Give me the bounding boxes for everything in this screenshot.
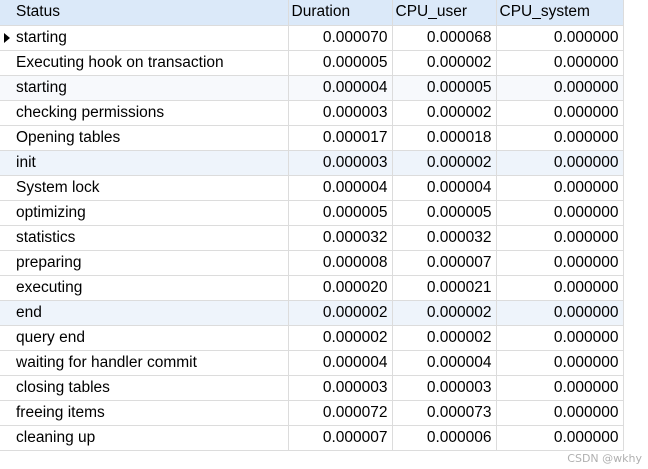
column-header-cpu-user[interactable]: CPU_user <box>392 0 497 26</box>
status-cell[interactable]: optimizing <box>0 200 289 226</box>
table-row[interactable]: checking permissions 0.000003 0.000002 0… <box>0 100 624 126</box>
duration-cell[interactable]: 0.000008 <box>288 250 393 276</box>
cpu-user-cell[interactable]: 0.000002 <box>392 150 497 176</box>
cpu-user-cell[interactable]: 0.000004 <box>392 350 497 376</box>
duration-cell[interactable]: 0.000007 <box>288 425 393 451</box>
duration-cell[interactable]: 0.000002 <box>288 325 393 351</box>
duration-cell[interactable]: 0.000004 <box>288 75 393 101</box>
cpu-user-cell[interactable]: 0.000002 <box>392 50 497 76</box>
profile-result-grid[interactable]: Status Duration CPU_user CPU_system star… <box>0 0 624 451</box>
cpu-user-cell[interactable]: 0.000073 <box>392 400 497 426</box>
status-cell[interactable]: freeing items <box>0 400 289 426</box>
table-row[interactable]: statistics 0.000032 0.000032 0.000000 <box>0 225 624 251</box>
column-header-cpu-system[interactable]: CPU_system <box>496 0 624 26</box>
cpu-user-cell[interactable]: 0.000006 <box>392 425 497 451</box>
cpu-user-cell[interactable]: 0.000005 <box>392 75 497 101</box>
cpu-system-cell[interactable]: 0.000000 <box>496 250 624 276</box>
status-cell[interactable]: statistics <box>0 225 289 251</box>
column-header-duration[interactable]: Duration <box>288 0 393 26</box>
cpu-system-cell[interactable]: 0.000000 <box>496 150 624 176</box>
cpu-system-cell[interactable]: 0.000000 <box>496 25 624 51</box>
duration-cell[interactable]: 0.000017 <box>288 125 393 151</box>
cpu-system-cell[interactable]: 0.000000 <box>496 175 624 201</box>
cpu-system-cell[interactable]: 0.000000 <box>496 275 624 301</box>
cpu-system-cell[interactable]: 0.000000 <box>496 425 624 451</box>
duration-cell[interactable]: 0.000005 <box>288 200 393 226</box>
cpu-user-cell[interactable]: 0.000002 <box>392 100 497 126</box>
status-cell[interactable]: executing <box>0 275 289 301</box>
header-row: Status Duration CPU_user CPU_system <box>0 0 624 26</box>
cpu-system-cell[interactable]: 0.000000 <box>496 325 624 351</box>
table-row[interactable]: optimizing 0.000005 0.000005 0.000000 <box>0 200 624 226</box>
status-cell[interactable]: System lock <box>0 175 289 201</box>
status-cell[interactable]: waiting for handler commit <box>0 350 289 376</box>
table-row[interactable]: Executing hook on transaction 0.000005 0… <box>0 50 624 76</box>
status-cell[interactable]: init <box>0 150 289 176</box>
table-row[interactable]: preparing 0.000008 0.000007 0.000000 <box>0 250 624 276</box>
status-cell[interactable]: Executing hook on transaction <box>0 50 289 76</box>
status-cell[interactable]: checking permissions <box>0 100 289 126</box>
cpu-user-cell[interactable]: 0.000068 <box>392 25 497 51</box>
table-row[interactable]: end 0.000002 0.000002 0.000000 <box>0 300 624 326</box>
cpu-system-cell[interactable]: 0.000000 <box>496 225 624 251</box>
column-header-status[interactable]: Status <box>0 0 289 26</box>
cpu-system-cell[interactable]: 0.000000 <box>496 375 624 401</box>
table-row[interactable]: init 0.000003 0.000002 0.000000 <box>0 150 624 176</box>
duration-cell[interactable]: 0.000002 <box>288 300 393 326</box>
status-cell[interactable]: starting <box>0 75 289 101</box>
status-cell[interactable]: preparing <box>0 250 289 276</box>
cpu-system-cell[interactable]: 0.000000 <box>496 300 624 326</box>
status-cell[interactable]: starting <box>0 25 289 51</box>
table-row[interactable]: executing 0.000020 0.000021 0.000000 <box>0 275 624 301</box>
duration-cell[interactable]: 0.000004 <box>288 350 393 376</box>
cpu-system-cell[interactable]: 0.000000 <box>496 100 624 126</box>
cpu-user-cell[interactable]: 0.000018 <box>392 125 497 151</box>
cpu-system-cell[interactable]: 0.000000 <box>496 400 624 426</box>
duration-cell[interactable]: 0.000020 <box>288 275 393 301</box>
duration-cell[interactable]: 0.000072 <box>288 400 393 426</box>
table-row[interactable]: Opening tables 0.000017 0.000018 0.00000… <box>0 125 624 151</box>
status-text: starting <box>16 28 67 46</box>
status-cell[interactable]: query end <box>0 325 289 351</box>
duration-cell[interactable]: 0.000004 <box>288 175 393 201</box>
cpu-user-cell[interactable]: 0.000003 <box>392 375 497 401</box>
cpu-system-cell[interactable]: 0.000000 <box>496 350 624 376</box>
status-cell[interactable]: closing tables <box>0 375 289 401</box>
current-row-pointer-icon <box>4 32 10 43</box>
cpu-user-cell[interactable]: 0.000032 <box>392 225 497 251</box>
duration-cell[interactable]: 0.000003 <box>288 100 393 126</box>
duration-cell[interactable]: 0.000070 <box>288 25 393 51</box>
table-row[interactable]: waiting for handler commit 0.000004 0.00… <box>0 350 624 376</box>
table-row[interactable]: starting 0.000070 0.000068 0.000000 <box>0 25 624 51</box>
status-cell[interactable]: end <box>0 300 289 326</box>
duration-cell[interactable]: 0.000003 <box>288 375 393 401</box>
cpu-user-cell[interactable]: 0.000002 <box>392 300 497 326</box>
duration-cell[interactable]: 0.000003 <box>288 150 393 176</box>
cpu-system-cell[interactable]: 0.000000 <box>496 50 624 76</box>
table-row[interactable]: freeing items 0.000072 0.000073 0.000000 <box>0 400 624 426</box>
duration-cell[interactable]: 0.000005 <box>288 50 393 76</box>
watermark: CSDN @wkhy <box>567 452 642 465</box>
cpu-user-cell[interactable]: 0.000021 <box>392 275 497 301</box>
status-cell[interactable]: cleaning up <box>0 425 289 451</box>
cpu-user-cell[interactable]: 0.000007 <box>392 250 497 276</box>
cpu-user-cell[interactable]: 0.000002 <box>392 325 497 351</box>
table-row[interactable]: query end 0.000002 0.000002 0.000000 <box>0 325 624 351</box>
table-row[interactable]: System lock 0.000004 0.000004 0.000000 <box>0 175 624 201</box>
cpu-user-cell[interactable]: 0.000005 <box>392 200 497 226</box>
cpu-system-cell[interactable]: 0.000000 <box>496 125 624 151</box>
cpu-system-cell[interactable]: 0.000000 <box>496 75 624 101</box>
cpu-system-cell[interactable]: 0.000000 <box>496 200 624 226</box>
duration-cell[interactable]: 0.000032 <box>288 225 393 251</box>
table-row[interactable]: cleaning up 0.000007 0.000006 0.000000 <box>0 425 624 451</box>
status-cell[interactable]: Opening tables <box>0 125 289 151</box>
table-row[interactable]: closing tables 0.000003 0.000003 0.00000… <box>0 375 624 401</box>
cpu-user-cell[interactable]: 0.000004 <box>392 175 497 201</box>
table-row[interactable]: starting 0.000004 0.000005 0.000000 <box>0 75 624 101</box>
